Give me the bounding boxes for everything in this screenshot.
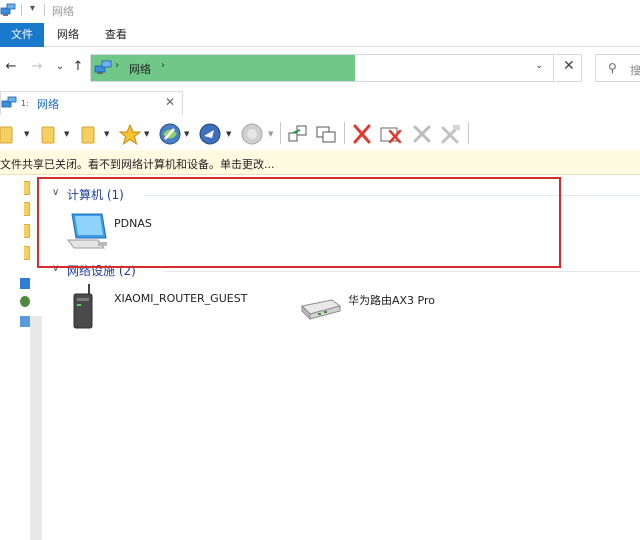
document-tab[interactable]: 1: 网络 ✕ xyxy=(0,91,183,115)
item-name: XIAOMI_ROUTER_GUEST xyxy=(114,292,248,305)
toolbar-separator xyxy=(280,122,281,144)
navigation-scrollbar[interactable] xyxy=(30,316,42,540)
chevron-down-icon[interactable]: ▼ xyxy=(226,130,231,138)
globe-back-icon[interactable] xyxy=(158,121,182,147)
tab-file[interactable]: 文件 xyxy=(0,23,44,47)
item-xiaomi-router-guest[interactable]: XIAOMI_ROUTER_GUEST xyxy=(68,284,268,332)
folder-icon[interactable] xyxy=(24,224,30,238)
back-button[interactable]: ← xyxy=(3,58,19,76)
favorites-star-icon[interactable] xyxy=(118,121,142,147)
chevron-down-icon[interactable]: ▼ xyxy=(24,130,29,138)
globe-forward-icon[interactable] xyxy=(198,121,222,147)
toolbar-separator xyxy=(468,122,469,144)
homegroup-icon[interactable] xyxy=(20,296,30,307)
recent-locations-button[interactable]: ⌄ xyxy=(52,58,68,76)
info-bar-message[interactable]: 文件共享已关闭。看不到网络计算机和设备。单击更改... xyxy=(0,156,275,172)
chevron-down-icon[interactable]: ▼ xyxy=(184,130,189,138)
tab-view[interactable]: 查看 xyxy=(98,23,134,47)
ribbon-tabs: 文件 网络 查看 xyxy=(0,23,640,47)
cut-disabled-icon xyxy=(410,121,434,147)
title-bar: ▾ 网络 xyxy=(0,0,640,20)
router-flat-icon xyxy=(298,294,344,327)
network-icon[interactable] xyxy=(20,316,30,327)
copy-window-icon[interactable] xyxy=(314,121,338,147)
delete-window-icon[interactable] xyxy=(378,121,404,147)
item-name: 华为路由AX3 Pro xyxy=(348,294,436,307)
title-separator xyxy=(44,4,45,16)
search-input[interactable]: 搜 xyxy=(630,62,640,78)
folder-icon[interactable] xyxy=(24,181,30,195)
network-icon xyxy=(94,60,112,78)
breadcrumb-separator[interactable]: › xyxy=(161,60,165,71)
tab-label: 网络 xyxy=(37,98,59,111)
delete-icon[interactable] xyxy=(350,121,374,147)
search-box[interactable]: ⚲ 搜 xyxy=(595,54,640,82)
annotation-box xyxy=(37,177,561,268)
group-divider xyxy=(164,271,640,272)
item-huawei-router[interactable]: 华为路由AX3 Pro xyxy=(298,284,518,332)
up-button[interactable]: ↑ xyxy=(70,58,86,76)
map-drive-icon[interactable] xyxy=(286,121,310,147)
address-row: ← → ⌄ ↑ › 网络 › ⌄ ✕ ⚲ 搜 xyxy=(0,52,640,82)
clear-address-button[interactable]: ✕ xyxy=(563,58,575,74)
network-icon xyxy=(0,3,16,20)
folder-icon[interactable] xyxy=(24,246,30,260)
breadcrumb-separator[interactable]: › xyxy=(115,60,119,71)
quick-access-dropdown[interactable]: ▾ xyxy=(30,3,35,14)
search-icon: ⚲ xyxy=(608,61,617,75)
address-bar[interactable]: › 网络 › ⌄ ✕ xyxy=(90,54,582,82)
network-icon xyxy=(1,96,17,113)
clear-disabled-icon xyxy=(438,121,464,147)
folder-icon[interactable] xyxy=(80,121,96,147)
tab-network[interactable]: 网络 xyxy=(50,23,86,47)
router-tower-icon xyxy=(68,284,98,333)
window-title: 网络 xyxy=(52,5,74,18)
chevron-down-icon[interactable]: ▼ xyxy=(144,130,149,138)
toolbar: ▼ ▼ ▼ ▼ ▼ ▼ ▼ xyxy=(0,118,640,150)
chevron-down-icon: ▼ xyxy=(268,130,274,138)
tab-number: 1: xyxy=(21,99,29,108)
forward-button[interactable]: → xyxy=(29,58,45,76)
chevron-down-icon[interactable]: ▼ xyxy=(104,130,109,138)
folder-icon[interactable] xyxy=(0,121,14,147)
this-pc-icon[interactable] xyxy=(20,278,30,289)
address-dropdown-button[interactable]: ⌄ xyxy=(535,60,543,71)
toolbar-separator xyxy=(344,122,345,144)
breadcrumb-network[interactable]: 网络 xyxy=(129,61,151,77)
chevron-down-icon[interactable]: ▼ xyxy=(64,130,69,138)
globe-disabled-icon xyxy=(240,121,264,147)
folder-icon[interactable] xyxy=(24,202,30,216)
folder-icon[interactable] xyxy=(40,121,56,147)
address-divider xyxy=(553,55,554,81)
info-bar[interactable]: 文件共享已关闭。看不到网络计算机和设备。单击更改... xyxy=(0,150,640,175)
title-separator xyxy=(21,4,22,16)
close-tab-button[interactable]: ✕ xyxy=(165,95,175,109)
